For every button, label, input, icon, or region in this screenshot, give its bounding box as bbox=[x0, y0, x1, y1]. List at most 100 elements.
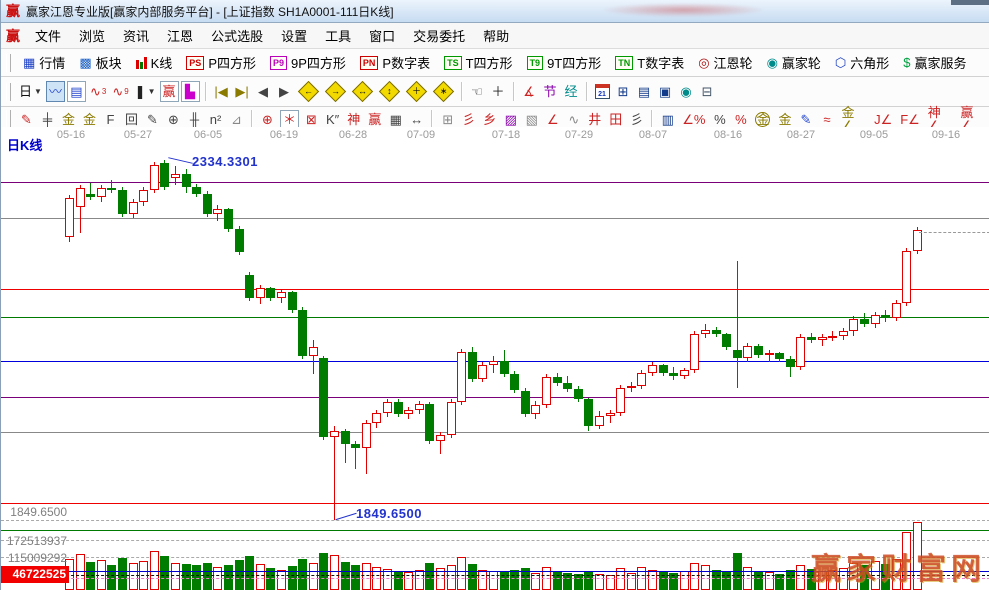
candle bbox=[277, 292, 286, 298]
well-grid-button[interactable]: 井 bbox=[586, 110, 603, 128]
three-lines-button[interactable]: 彡 bbox=[628, 110, 645, 128]
grid-ruler-button[interactable]: ╪ bbox=[39, 110, 56, 128]
gold-circle-button[interactable]: 金 bbox=[753, 110, 772, 128]
volume-profile-button[interactable]: ▙ bbox=[181, 81, 200, 102]
angle-measure-button[interactable]: ∡ bbox=[520, 81, 539, 102]
last-page-button[interactable]: ▶| bbox=[233, 81, 252, 102]
zigzag-line-button[interactable]: ∿ bbox=[565, 110, 582, 128]
next-bar-button[interactable]: ▶ bbox=[275, 81, 294, 102]
gann-wheel-button[interactable]: ◎江恩轮 bbox=[691, 51, 759, 75]
win-grid-button[interactable]: 赢 bbox=[366, 110, 383, 128]
f10-info-button[interactable]: ▤ bbox=[67, 81, 86, 102]
t-square-button[interactable]: TST四方形 bbox=[437, 51, 519, 75]
hand-tool-button[interactable]: ☜ bbox=[468, 81, 487, 102]
menu-item-0[interactable]: 文件 bbox=[26, 23, 70, 48]
9p-square-button[interactable]: P99P四方形 bbox=[263, 51, 353, 75]
crosshair-tool-button[interactable]: ＋ bbox=[489, 81, 508, 102]
hexagon-button[interactable]: ⬡六角形 bbox=[828, 51, 896, 75]
pan-left-diamond-button[interactable]: ← bbox=[296, 81, 321, 102]
pan-vertical-diamond-button[interactable]: ↕ bbox=[377, 81, 402, 102]
rays-button[interactable]: 彡 bbox=[460, 110, 477, 128]
gold-angle-button[interactable]: 金∠ bbox=[839, 110, 868, 128]
level-line bbox=[1, 432, 989, 433]
purple-box-button[interactable]: ▨ bbox=[502, 110, 519, 128]
f-angle-button[interactable]: F∠ bbox=[898, 110, 922, 128]
level-line bbox=[1, 218, 989, 219]
angle-lines-button[interactable]: ∠ bbox=[544, 110, 561, 128]
percent-slope-button[interactable]: ∠% bbox=[680, 110, 707, 128]
span-measure-button[interactable]: ↔ bbox=[408, 110, 425, 128]
menu-item-9[interactable]: 帮助 bbox=[474, 23, 518, 48]
circle-cross-button[interactable]: ⊕ bbox=[259, 110, 276, 128]
gold-lines-button[interactable]: 金 bbox=[776, 110, 793, 128]
star-box-button[interactable]: ＊ bbox=[280, 110, 299, 128]
shaded-box-button[interactable]: ▧ bbox=[523, 110, 540, 128]
quotes-button[interactable]: ▦行情 bbox=[16, 51, 72, 75]
9t-square-button[interactable]: T99T四方形 bbox=[520, 51, 609, 75]
menu-item-4[interactable]: 公式选股 bbox=[202, 23, 272, 48]
neural-analysis-button[interactable]: 经 bbox=[562, 81, 581, 102]
box-target-button[interactable]: ⊠ bbox=[303, 110, 320, 128]
circle-grid-button[interactable]: ⊕ bbox=[165, 110, 182, 128]
print-button[interactable]: ⊟ bbox=[698, 81, 717, 102]
calculator-button[interactable]: ⊞ bbox=[614, 81, 633, 102]
prev-bar-button[interactable]: ◀ bbox=[254, 81, 273, 102]
sectors-button[interactable]: ▩板块 bbox=[72, 51, 128, 75]
percent-button[interactable]: % bbox=[711, 110, 728, 128]
shen-angle-button[interactable]: 神∠ bbox=[926, 110, 955, 128]
menu-item-5[interactable]: 设置 bbox=[272, 23, 316, 48]
menu-item-7[interactable]: 窗口 bbox=[360, 23, 404, 48]
kline-chart[interactable]: 日K线 05-1605-2706-0506-1906-2807-0907-180… bbox=[1, 127, 989, 590]
web-page-button[interactable]: ◉ bbox=[677, 81, 696, 102]
shen-grid-button[interactable]: 神 bbox=[345, 110, 362, 128]
hexagon-icon: ⬡ bbox=[835, 56, 846, 69]
save-button[interactable]: ▣ bbox=[656, 81, 675, 102]
fan-lines-button[interactable]: 乡 bbox=[481, 110, 498, 128]
window-grid-button[interactable]: ⊞ bbox=[439, 110, 456, 128]
j-angle-button[interactable]: J∠ bbox=[872, 110, 894, 128]
calendar-button[interactable]: 21 bbox=[593, 81, 612, 102]
trend-tool-button[interactable]: 〰 bbox=[46, 81, 65, 102]
p-number-table-button[interactable]: PNP数字表 bbox=[353, 51, 437, 75]
menu-item-2[interactable]: 资讯 bbox=[114, 23, 158, 48]
k-measure-button[interactable]: K″ bbox=[324, 110, 341, 128]
comb-grid-button[interactable]: ╫ bbox=[186, 110, 203, 128]
gold-grid-1-button[interactable]: 金 bbox=[60, 110, 77, 128]
period-day-dropdown-button[interactable]: 日▼ bbox=[17, 81, 44, 102]
percent-line-button[interactable]: % bbox=[732, 110, 749, 128]
t-number-table-button[interactable]: TNT数字表 bbox=[608, 51, 691, 75]
kline-button[interactable]: K线 bbox=[129, 51, 180, 75]
first-page-button[interactable]: |◀ bbox=[212, 81, 231, 102]
f-grid-button[interactable]: F bbox=[102, 110, 119, 128]
gann-shape-button[interactable]: 赢 bbox=[160, 81, 179, 102]
spiral-grid-button[interactable]: 回 bbox=[123, 110, 140, 128]
winner-service-button[interactable]: $赢家服务 bbox=[896, 51, 973, 75]
pan-horizontal-diamond-button[interactable]: ↔ bbox=[350, 81, 375, 102]
pan-right-diamond-button[interactable]: → bbox=[323, 81, 348, 102]
wave-9-button[interactable]: ∿9 bbox=[110, 81, 130, 102]
blue-pencil-button[interactable]: ✎ bbox=[797, 110, 814, 128]
fit-all-diamond-button[interactable]: ∗ bbox=[431, 81, 456, 102]
field-grid-button[interactable]: 田 bbox=[607, 110, 624, 128]
center-view-diamond-button[interactable]: ＋ bbox=[404, 81, 429, 102]
p-square-button[interactable]: PSP四方形 bbox=[179, 51, 263, 75]
report-button[interactable]: ▤ bbox=[635, 81, 654, 102]
number-grid-button[interactable]: ▦ bbox=[387, 110, 404, 128]
flag-line-button[interactable]: ⊿ bbox=[228, 110, 245, 128]
draw-pencil-button[interactable]: ✎ bbox=[18, 110, 35, 128]
wave-band-button[interactable]: ≈ bbox=[818, 110, 835, 128]
n-squared-button[interactable]: n² bbox=[207, 110, 224, 128]
menu-item-8[interactable]: 交易委托 bbox=[404, 23, 474, 48]
time-cycle-button[interactable]: 节 bbox=[541, 81, 560, 102]
menu-item-1[interactable]: 浏览 bbox=[70, 23, 114, 48]
wave-9-icon: ∿ bbox=[112, 85, 123, 98]
stats-panel-button[interactable]: ▥ bbox=[659, 110, 676, 128]
win-angle-button[interactable]: 赢∠ bbox=[958, 110, 987, 128]
wave-3-button[interactable]: ∿3 bbox=[88, 81, 108, 102]
menu-item-3[interactable]: 江恩 bbox=[158, 23, 202, 48]
winner-wheel-button[interactable]: ◉赢家轮 bbox=[760, 51, 828, 75]
candle-style-dropdown-button[interactable]: ❚▼ bbox=[133, 81, 158, 102]
pencil-grid-button[interactable]: ✎ bbox=[144, 110, 161, 128]
menu-item-6[interactable]: 工具 bbox=[316, 23, 360, 48]
gold-grid-2-button[interactable]: 金 bbox=[81, 110, 98, 128]
